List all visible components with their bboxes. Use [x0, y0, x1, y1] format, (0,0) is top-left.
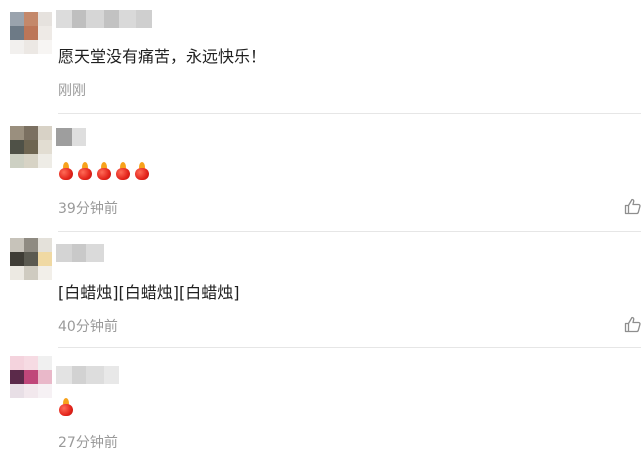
avatar-mosaic-cell	[24, 154, 38, 168]
avatar-mosaic-cell	[38, 266, 52, 280]
username[interactable]	[56, 126, 86, 148]
avatar-mosaic-cell	[24, 384, 38, 398]
avatar-mosaic-cell	[10, 40, 24, 54]
avatar[interactable]	[10, 356, 52, 398]
comment-time: 刚刚	[58, 83, 86, 99]
avatar-mosaic-cell	[10, 384, 24, 398]
comment-time: 27分钟前	[58, 435, 118, 451]
avatar-mosaic-cell	[10, 140, 24, 154]
red-candle-icon	[58, 398, 74, 416]
thumbs-up-icon[interactable]	[624, 198, 641, 215]
avatar-mosaic-cell	[24, 356, 38, 370]
avatar-mosaic-cell	[24, 252, 38, 266]
avatar-mosaic-cell	[10, 26, 24, 40]
username-mosaic-cell	[72, 10, 86, 28]
avatar-mosaic-cell	[38, 126, 52, 140]
comment-item: 39分钟前	[0, 114, 641, 232]
avatar-mosaic-cell	[38, 40, 52, 54]
avatar[interactable]	[10, 126, 52, 168]
red-candle-icon	[77, 162, 93, 180]
avatar[interactable]	[10, 238, 52, 280]
username[interactable]	[56, 364, 119, 386]
avatar-mosaic-cell	[38, 26, 52, 40]
username-mosaic-cell	[86, 10, 104, 28]
avatar-mosaic-cell	[38, 154, 52, 168]
username-mosaic-cell	[72, 366, 86, 384]
comment-item: [白蜡烛][白蜡烛][白蜡烛] 40分钟前	[0, 232, 641, 348]
avatar-mosaic-cell	[24, 12, 38, 26]
avatar-mosaic-cell	[24, 126, 38, 140]
thumbs-up-icon[interactable]	[624, 316, 641, 333]
username-mosaic-cell	[72, 128, 86, 146]
avatar-mosaic-cell	[10, 266, 24, 280]
red-candle-icon	[134, 162, 150, 180]
comment-time: 40分钟前	[58, 319, 118, 335]
avatar-mosaic-cell	[10, 370, 24, 384]
username-mosaic-cell	[56, 244, 72, 262]
red-candle-icon	[58, 162, 74, 180]
username[interactable]	[56, 8, 152, 30]
avatar-mosaic-cell	[10, 238, 24, 252]
comment-item: 愿天堂没有痛苦，永远快乐！ 刚刚	[0, 0, 641, 114]
avatar-mosaic-cell	[24, 40, 38, 54]
avatar-mosaic-cell	[10, 12, 24, 26]
candle-emoji-row	[58, 398, 74, 416]
avatar-mosaic-cell	[24, 370, 38, 384]
username-mosaic-cell	[119, 10, 136, 28]
avatar-mosaic-cell	[10, 126, 24, 140]
username-mosaic-cell	[56, 10, 72, 28]
username-mosaic-cell	[104, 10, 119, 28]
avatar[interactable]	[10, 12, 52, 54]
avatar-mosaic-cell	[38, 356, 52, 370]
username-mosaic-cell	[86, 366, 104, 384]
username-mosaic-cell	[56, 128, 72, 146]
comment-text: [白蜡烛][白蜡烛][白蜡烛]	[58, 283, 240, 302]
avatar-mosaic-cell	[10, 356, 24, 370]
avatar-mosaic-cell	[38, 140, 52, 154]
username-mosaic-cell	[56, 366, 72, 384]
avatar-mosaic-cell	[10, 252, 24, 266]
avatar-mosaic-cell	[24, 238, 38, 252]
avatar-mosaic-cell	[38, 384, 52, 398]
username-mosaic-cell	[136, 10, 152, 28]
comment-time: 39分钟前	[58, 201, 118, 217]
avatar-mosaic-cell	[24, 26, 38, 40]
comment-text: 愿天堂没有痛苦，永远快乐！	[58, 47, 267, 66]
avatar-mosaic-cell	[38, 12, 52, 26]
username[interactable]	[56, 242, 104, 264]
red-candle-icon	[115, 162, 131, 180]
avatar-mosaic-cell	[38, 252, 52, 266]
avatar-mosaic-cell	[10, 154, 24, 168]
username-mosaic-cell	[72, 244, 86, 262]
candle-emoji-row	[58, 162, 150, 180]
avatar-mosaic-cell	[38, 370, 52, 384]
avatar-mosaic-cell	[24, 140, 38, 154]
avatar-mosaic-cell	[38, 238, 52, 252]
avatar-mosaic-cell	[24, 266, 38, 280]
comment-item: 27分钟前	[0, 348, 641, 456]
comment-feed: 愿天堂没有痛苦，永远快乐！ 刚刚 39分钟前 [白蜡烛][白蜡烛][白蜡烛] 4…	[0, 0, 641, 456]
username-mosaic-cell	[104, 366, 119, 384]
red-candle-icon	[96, 162, 112, 180]
username-mosaic-cell	[86, 244, 104, 262]
